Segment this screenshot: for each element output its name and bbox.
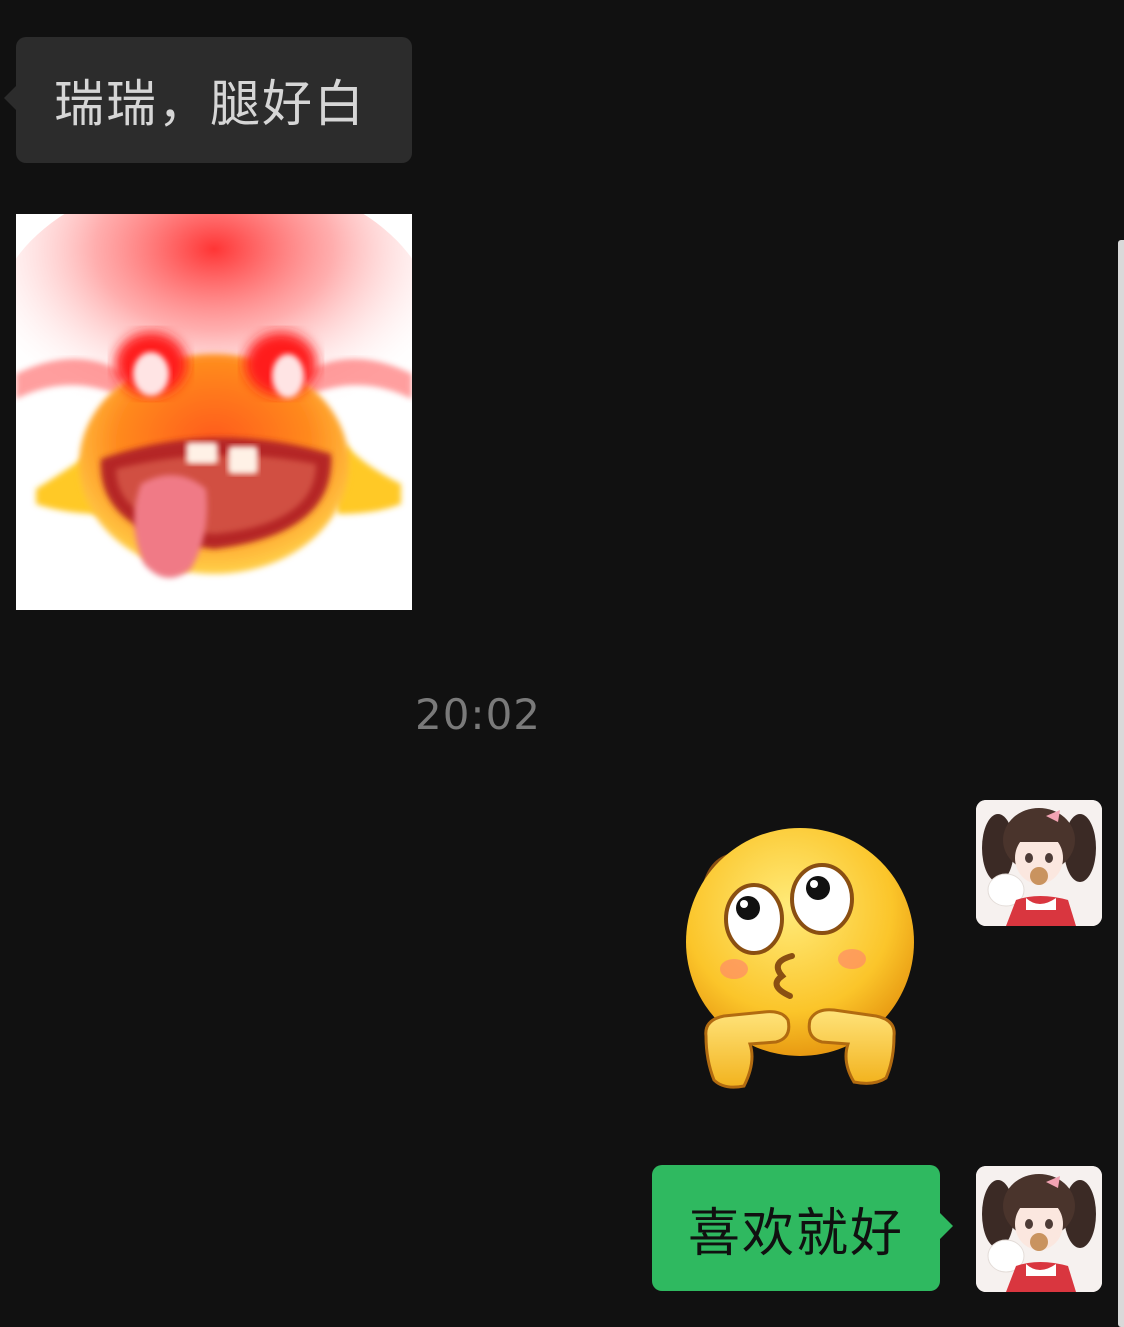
girl-avatar-icon <box>976 1166 1102 1292</box>
user-avatar[interactable] <box>976 800 1102 926</box>
outgoing-message-text: 喜欢就好 <box>687 1203 904 1264</box>
girl-avatar-icon <box>976 800 1102 926</box>
excited-creature-sticker-icon <box>16 214 412 610</box>
incoming-message-bubble[interactable]: 瑞瑞，腿好白 <box>4 37 412 163</box>
message-timestamp: 20:02 <box>414 690 542 739</box>
incoming-message-text: 瑞瑞，腿好白 <box>54 75 366 133</box>
incoming-sticker-image[interactable] <box>16 214 412 610</box>
scrollbar[interactable] <box>1118 240 1124 1327</box>
pouting-face-emoji-icon <box>686 828 914 1089</box>
user-avatar[interactable] <box>976 1166 1102 1292</box>
outgoing-emoji[interactable] <box>684 824 916 1094</box>
outgoing-message-bubble[interactable]: 喜欢就好 <box>652 1165 953 1291</box>
